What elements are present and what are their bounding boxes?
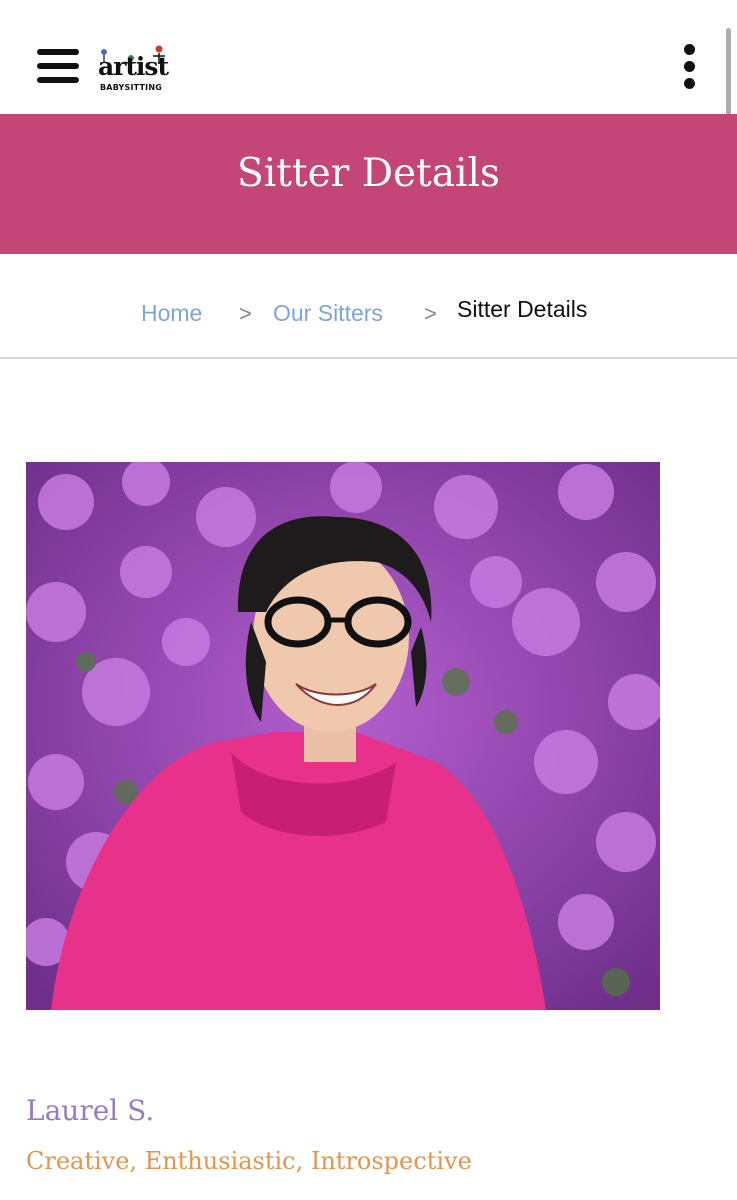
breadcrumb-home[interactable]: Home	[141, 299, 202, 327]
breadcrumb-our-sitters[interactable]: Our Sitters	[273, 299, 383, 327]
site-logo[interactable]: artist BABYSITTING	[95, 44, 171, 96]
sitter-photo-image	[26, 462, 660, 1010]
page-title: Sitter Details	[237, 151, 500, 196]
chevron-right-icon: >	[424, 301, 437, 326]
kebab-menu-icon[interactable]	[679, 44, 699, 90]
sitter-photo	[26, 462, 660, 1010]
breadcrumb: Home > Our Sitters > Sitter Details	[0, 255, 737, 359]
sitter-name: Laurel S.	[26, 1094, 155, 1127]
chevron-right-icon: >	[239, 301, 252, 326]
logo-wordmark: artist	[98, 52, 169, 81]
breadcrumb-current: Sitter Details	[457, 296, 588, 322]
sitter-traits: Creative, Enthusiastic, Introspective	[26, 1147, 472, 1175]
hamburger-icon[interactable]	[37, 47, 79, 85]
top-bar: artist BABYSITTING	[0, 0, 737, 114]
logo-subtitle: BABYSITTING	[100, 83, 163, 92]
